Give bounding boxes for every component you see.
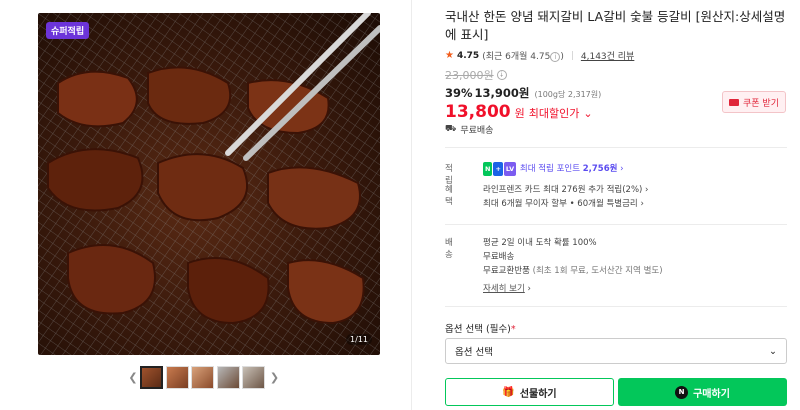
coupon-icon <box>729 98 739 106</box>
npay-logo-icon: N <box>675 385 689 399</box>
truck-icon: ⛟ <box>445 124 457 134</box>
thumbnail-5[interactable] <box>242 365 265 389</box>
chevron-left-icon[interactable]: ❮ <box>126 366 140 388</box>
thumbnail-2[interactable] <box>165 365 189 389</box>
delivery-arrival: 평균 2일 이내 도착 확률 100% <box>483 238 597 248</box>
coupon-label: 쿠폰 받기 <box>743 98 779 109</box>
thumbnail-3[interactable] <box>191 365 214 389</box>
shipping-label: 무료배송 <box>460 126 494 136</box>
point-value-row[interactable]: N + LV 최대 적립 포인트 2,756원 › <box>483 162 624 176</box>
thumbnail-1[interactable] <box>140 365 163 389</box>
original-price: 23,000원 <box>445 69 494 82</box>
thumbnail-4[interactable] <box>216 365 240 389</box>
max-discount-price: 13,800 <box>445 102 511 122</box>
delivery-detail-link[interactable]: 자세히 보기 › <box>483 284 531 294</box>
grilled-meat-illustration <box>38 13 380 355</box>
rating-separator: | <box>570 50 574 61</box>
thumbnail-strip: ❮ ❯ <box>126 364 282 390</box>
rating-detail: (최근 6개월 4.75 i) <box>482 52 564 62</box>
section-divider <box>445 306 787 307</box>
product-main-image[interactable]: 슈퍼적립 1/11 <box>38 13 380 355</box>
buy-button[interactable]: N 구매하기 <box>618 378 787 406</box>
unit-price: (100g당 2,317원) <box>534 90 602 99</box>
option-select-value: 옵션 선택 <box>455 347 493 358</box>
coupon-button[interactable]: 쿠폰 받기 <box>722 91 786 113</box>
gift-icon: 🎁 <box>502 386 515 398</box>
benefit-key: 혜택 <box>445 185 453 207</box>
option-label: 옵션 선택 (필수)* <box>445 324 516 335</box>
product-title: 국내산 한돈 양념 돼지갈비 LA갈비 숯불 등갈비 [원산지:상세설명에 표시… <box>445 9 786 42</box>
discount-rate: 39% <box>445 86 473 100</box>
original-price-row: 23,000원 i <box>445 67 787 83</box>
column-divider <box>411 0 412 410</box>
info-icon[interactable]: i <box>550 52 561 62</box>
npay-icon: N <box>483 162 493 176</box>
option-select[interactable]: 옵션 선택 ⌄ <box>445 338 787 364</box>
info-icon[interactable]: i <box>496 70 507 80</box>
point-amount: 2,756원 <box>582 164 618 174</box>
point-text: 최대 적립 포인트 <box>519 164 581 174</box>
chevron-down-icon[interactable]: ⌄ <box>583 107 592 120</box>
max-discount-label: 최대할인가 <box>528 107 580 120</box>
section-divider <box>445 147 787 148</box>
super-point-badge: 슈퍼적립 <box>46 22 90 39</box>
delivery-free: 무료배송 <box>483 252 515 262</box>
delivery-key: 배송 <box>445 238 453 260</box>
delivery-values: 평균 2일 이내 도착 확률 100% 무료배송 무료교환반품 (최초 1회 무… <box>483 236 663 294</box>
chevron-right-icon[interactable]: ❯ <box>268 366 282 388</box>
gift-button[interactable]: 🎁 선물하기 <box>445 378 614 406</box>
gift-label: 선물하기 <box>519 388 557 400</box>
plus-icon: + <box>493 162 503 176</box>
max-discount-price-unit: 원 <box>514 107 525 120</box>
chevron-down-icon: ⌄ <box>769 345 777 357</box>
shipping-row: ⛟ 무료배송 <box>445 123 493 136</box>
benefit-installment-link[interactable]: 최대 6개월 무이자 할부 • 60개월 특별금리 › <box>483 199 644 209</box>
delivery-return: 무료교환반품 (최초 1회 무료, 도서산간 지역 별도) <box>483 266 663 276</box>
sale-price: 13,900원 <box>474 86 530 100</box>
section-divider <box>445 224 787 225</box>
level-icon: LV <box>503 162 517 176</box>
star-icon: ★ <box>445 50 454 61</box>
rating-row: ★ 4.75 (최근 6개월 4.75 i) | 4,143건 리뷰 <box>445 49 787 62</box>
chevron-right-icon: › <box>620 164 624 174</box>
rating-score: 4.75 <box>456 50 480 61</box>
review-count-link[interactable]: 4,143건 리뷰 <box>581 49 634 62</box>
image-counter: 1/11 <box>346 334 372 345</box>
benefit-card-link[interactable]: 라인프렌즈 카드 최대 276원 추가 적립(2%) › <box>483 185 648 195</box>
buy-label: 구매하기 <box>693 388 730 400</box>
benefit-values: 라인프렌즈 카드 최대 276원 추가 적립(2%) › 최대 6개월 무이자 … <box>483 183 648 211</box>
